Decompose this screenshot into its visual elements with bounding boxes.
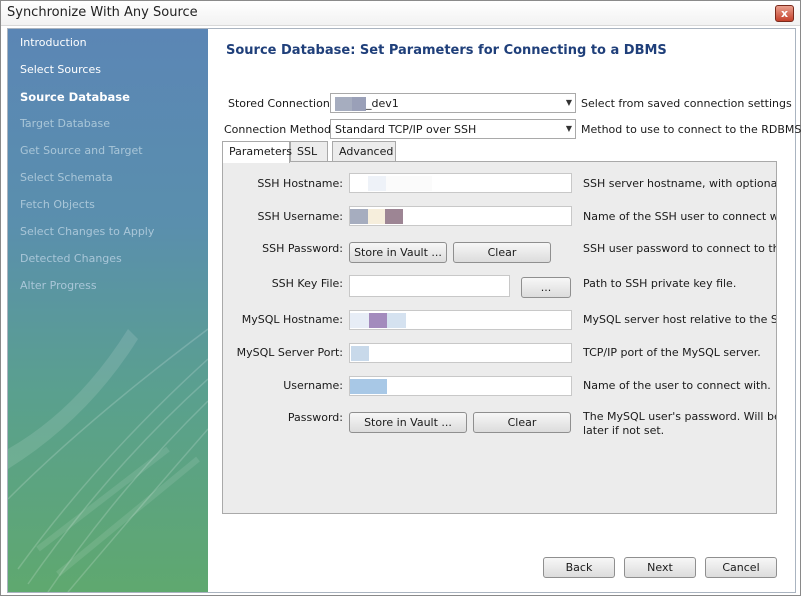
- stored-connection-select[interactable]: _dev1 ▼: [330, 93, 576, 113]
- sidebar-step-get-source-and-target: Get Source and Target: [20, 144, 143, 157]
- redacted-block: [335, 97, 352, 111]
- redacted-block: [352, 97, 366, 111]
- chevron-down-icon: ▼: [565, 98, 572, 107]
- redacted-block: [350, 313, 369, 328]
- ssh-clear-password-button[interactable]: Clear: [453, 242, 551, 263]
- redacted-block: [350, 379, 387, 394]
- stored-connection-label: Stored Connection:: [228, 97, 334, 110]
- sidebar-step-alter-progress: Alter Progress: [20, 279, 97, 292]
- connection-method-value: Standard TCP/IP over SSH: [335, 123, 477, 136]
- sidebar-step-target-database: Target Database: [20, 117, 111, 130]
- ssh-hostname-input[interactable]: [349, 173, 572, 193]
- next-button[interactable]: Next: [624, 557, 696, 578]
- connection-method-label: Connection Method:: [224, 123, 335, 136]
- redacted-block: [350, 209, 368, 224]
- sidebar-step-select-changes: Select Changes to Apply: [20, 225, 155, 238]
- password-label: Password:: [287, 411, 343, 424]
- close-button[interactable]: x: [775, 5, 794, 22]
- tab-advanced[interactable]: Advanced: [332, 141, 396, 162]
- window-title: Synchronize With Any Source: [7, 5, 198, 20]
- mysql-hostname-label: MySQL Hostname:: [241, 313, 343, 326]
- redacted-block: [387, 313, 406, 328]
- ssh-key-file-hint: Path to SSH private key file.: [583, 277, 737, 290]
- dialog-window: Synchronize With Any Source x Introducti…: [0, 0, 801, 596]
- chevron-down-icon: ▼: [565, 124, 572, 133]
- redacted-block: [368, 209, 385, 224]
- mysql-port-input[interactable]: [349, 343, 572, 363]
- tab-parameters[interactable]: Parameters: [222, 141, 292, 163]
- sidebar-decoration: [8, 328, 208, 592]
- store-in-vault-button[interactable]: Store in Vault ...: [349, 412, 467, 433]
- stored-connection-value: _dev1: [335, 97, 399, 111]
- ssh-key-file-input[interactable]: [349, 275, 510, 297]
- sidebar-step-select-sources: Select Sources: [20, 63, 101, 76]
- ssh-password-label: SSH Password:: [262, 242, 343, 255]
- ssh-hostname-hint: SSH server hostname, with optional por: [583, 177, 776, 190]
- sidebar-step-detected-changes: Detected Changes: [20, 252, 122, 265]
- ssh-username-label: SSH Username:: [257, 210, 343, 223]
- page-title: Source Database: Set Parameters for Conn…: [226, 43, 667, 58]
- redacted-block: [386, 176, 432, 191]
- sidebar-step-source-database: Source Database: [20, 90, 130, 104]
- connection-method-hint: Method to use to connect to the RDBMS: [581, 123, 801, 136]
- ssh-username-hint: Name of the SSH user to connect with.: [583, 210, 776, 223]
- cancel-button[interactable]: Cancel: [705, 557, 777, 578]
- stored-connection-suffix: _dev1: [366, 97, 399, 110]
- redacted-block: [369, 313, 387, 328]
- password-hint-line1: The MySQL user's password. Will be req: [583, 410, 776, 423]
- mysql-hostname-input[interactable]: [349, 310, 572, 330]
- redacted-block: [368, 176, 386, 191]
- ssh-password-hint: SSH user password to connect to the SS: [583, 242, 776, 255]
- close-icon: x: [780, 7, 789, 20]
- sidebar-step-introduction: Introduction: [20, 36, 87, 49]
- connection-method-select[interactable]: Standard TCP/IP over SSH ▼: [330, 119, 576, 139]
- sidebar-step-fetch-objects: Fetch Objects: [20, 198, 95, 211]
- mysql-port-hint: TCP/IP port of the MySQL server.: [583, 346, 761, 359]
- main-content: Source Database: Set Parameters for Conn…: [208, 29, 801, 592]
- clear-password-button[interactable]: Clear: [473, 412, 571, 433]
- stored-connection-hint: Select from saved connection settings: [581, 97, 792, 110]
- password-hint-line2: later if not set.: [583, 424, 665, 437]
- ssh-key-file-label: SSH Key File:: [271, 277, 343, 290]
- mysql-hostname-hint: MySQL server host relative to the SSH s: [583, 313, 776, 326]
- ssh-key-browse-button[interactable]: ...: [521, 277, 571, 298]
- wizard-steps-sidebar: Introduction Select Sources Source Datab…: [8, 29, 208, 592]
- back-button[interactable]: Back: [543, 557, 615, 578]
- title-bar: Synchronize With Any Source x: [1, 1, 800, 26]
- sidebar-step-select-schemata: Select Schemata: [20, 171, 113, 184]
- redacted-block: [385, 209, 403, 224]
- mysql-port-label: MySQL Server Port:: [236, 346, 343, 359]
- username-input[interactable]: [349, 376, 572, 396]
- username-label: Username:: [283, 379, 343, 392]
- wizard-frame: Introduction Select Sources Source Datab…: [7, 28, 801, 593]
- username-hint: Name of the user to connect with.: [583, 379, 771, 392]
- parameters-panel: SSH Hostname: SSH server hostname, with …: [222, 161, 777, 514]
- redacted-block: [351, 346, 369, 361]
- tab-ssl[interactable]: SSL: [290, 141, 328, 162]
- ssh-store-in-vault-button[interactable]: Store in Vault ...: [349, 242, 447, 263]
- ssh-hostname-label: SSH Hostname:: [257, 177, 343, 190]
- ssh-username-input[interactable]: [349, 206, 572, 226]
